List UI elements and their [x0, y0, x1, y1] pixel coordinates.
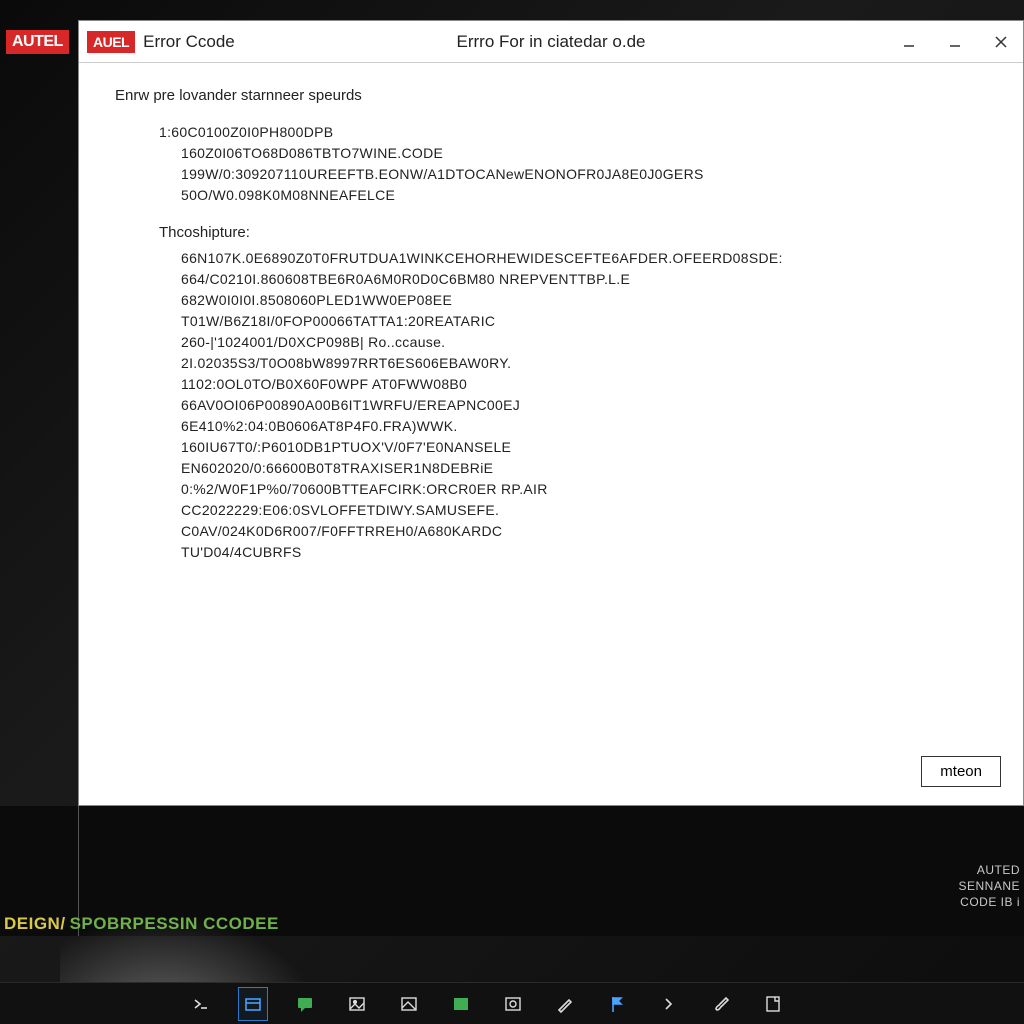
spreadsheet-icon[interactable]: [450, 993, 472, 1015]
dialog-body: Enrw pre lovander starnneer speurds 1:60…: [79, 63, 1023, 805]
dump-line: 260-|'1024001/D0XCP098B| Ro..ccause.: [181, 332, 993, 353]
desktop: AUTEL AUEL Error Ccode Errro For in ciat…: [0, 0, 1024, 1024]
dump-line: CC2022229:E06:0SVLOFFETDIWY.SAMUSEFE.: [181, 500, 993, 521]
titlebar: AUEL Error Ccode Errro For in ciatedar o…: [79, 21, 1023, 63]
arrow-icon[interactable]: [658, 993, 680, 1015]
dump-line: 160IU67T0/:P6010DB1PTUOX'V/0F7'E0NANSELE: [181, 437, 993, 458]
brand-logo-outer: AUTEL: [6, 30, 69, 54]
code-dump: 66N107K.0E6890Z0T0FRUTDUA1WINKCEHORHEWID…: [181, 248, 993, 563]
maximize-button[interactable]: [945, 32, 965, 52]
dump-line: 0:%2/W0F1P%0/70600BTTEAFCIRK:ORCR0ER RP.…: [181, 479, 993, 500]
edit-icon[interactable]: [554, 993, 576, 1015]
dump-line: 664/C0210I.860608TBE6R0A6M0R0D0C6BM80 NR…: [181, 269, 993, 290]
banner-right-line: AUTED: [958, 862, 1020, 878]
dump-line: 2I.02035S3/T0O08bW8997RRT6ES606EBAW0RY.: [181, 353, 993, 374]
gallery-icon[interactable]: [398, 993, 420, 1015]
intro-text: Enrw pre lovander starnneer speurds: [115, 85, 993, 108]
taskbar: [0, 982, 1024, 1024]
banner-left-text: DEIGN/SPOBRPESSIN CCODEE: [0, 914, 279, 934]
terminal-icon[interactable]: [190, 993, 212, 1015]
banner-right-line: SENNANE: [958, 878, 1020, 894]
header-code: 1:60C0100Z0I0PH800DPB: [159, 122, 993, 143]
note-icon[interactable]: [762, 993, 784, 1015]
picture-icon[interactable]: [346, 993, 368, 1015]
brush-icon[interactable]: [710, 993, 732, 1015]
chat-icon[interactable]: [294, 993, 316, 1015]
section-label: Thcoshipture:: [159, 222, 993, 245]
dump-line: 66N107K.0E6890Z0T0FRUTDUA1WINKCEHORHEWID…: [181, 248, 993, 269]
dump-line: C0AV/024K0D6R007/F0FFTRREH0/A680KARDC: [181, 521, 993, 542]
brand-logo-inner: AUEL: [87, 31, 135, 53]
sub-code: 199W/0:309207110UREEFTB.EONW/A1DTOCANewE…: [181, 164, 993, 185]
dump-line: 6E410%2:04:0B0606AT8P4F0.FRA)WWK.: [181, 416, 993, 437]
dump-line: 66AV0OI06P00890A00B6IT1WRFU/EREAPNC00EJ: [181, 395, 993, 416]
error-dialog: AUEL Error Ccode Errro For in ciatedar o…: [78, 20, 1024, 806]
dump-line: T01W/B6Z18I/0FOP00066TATTA1:20REATARIC: [181, 311, 993, 332]
explorer-icon[interactable]: [242, 993, 264, 1015]
banner-right-line: CODE IB i: [958, 894, 1020, 910]
flag-icon[interactable]: [606, 993, 628, 1015]
dump-line: TU'D04/4CUBRFS: [181, 542, 993, 563]
dump-line: 682W0I0I0I.8508060PLED1WW0EP08EE: [181, 290, 993, 311]
window-title-left: Error Ccode: [143, 32, 235, 52]
sub-code: 50O/W0.098K0M08NNEAFELCE: [181, 185, 993, 206]
window-buttons: [899, 32, 1017, 52]
dump-line: EN602020/0:66600B0T8TRAXISER1N8DEBRiE: [181, 458, 993, 479]
banner-right-text: AUTED SENNANE CODE IB i: [958, 862, 1020, 911]
window-title-center: Errro For in ciatedar o.de: [457, 32, 646, 52]
banner-seg2: SPOBRPESSIN CCODEE: [70, 914, 279, 933]
footer-banner: DEIGN/SPOBRPESSIN CCODEE AUTED SENNANE C…: [0, 806, 1024, 936]
minimize-button[interactable]: [899, 32, 919, 52]
banner-seg1: DEIGN/: [0, 913, 70, 934]
settings-icon[interactable]: [502, 993, 524, 1015]
close-button[interactable]: [991, 32, 1011, 52]
dialog-action-button[interactable]: mteon: [921, 756, 1001, 787]
dump-line: 1102:0OL0TO/B0X60F0WPF AT0FWW08B0: [181, 374, 993, 395]
sub-code: 160Z0I06TO68D086TBTO7WINE.CODE: [181, 143, 993, 164]
